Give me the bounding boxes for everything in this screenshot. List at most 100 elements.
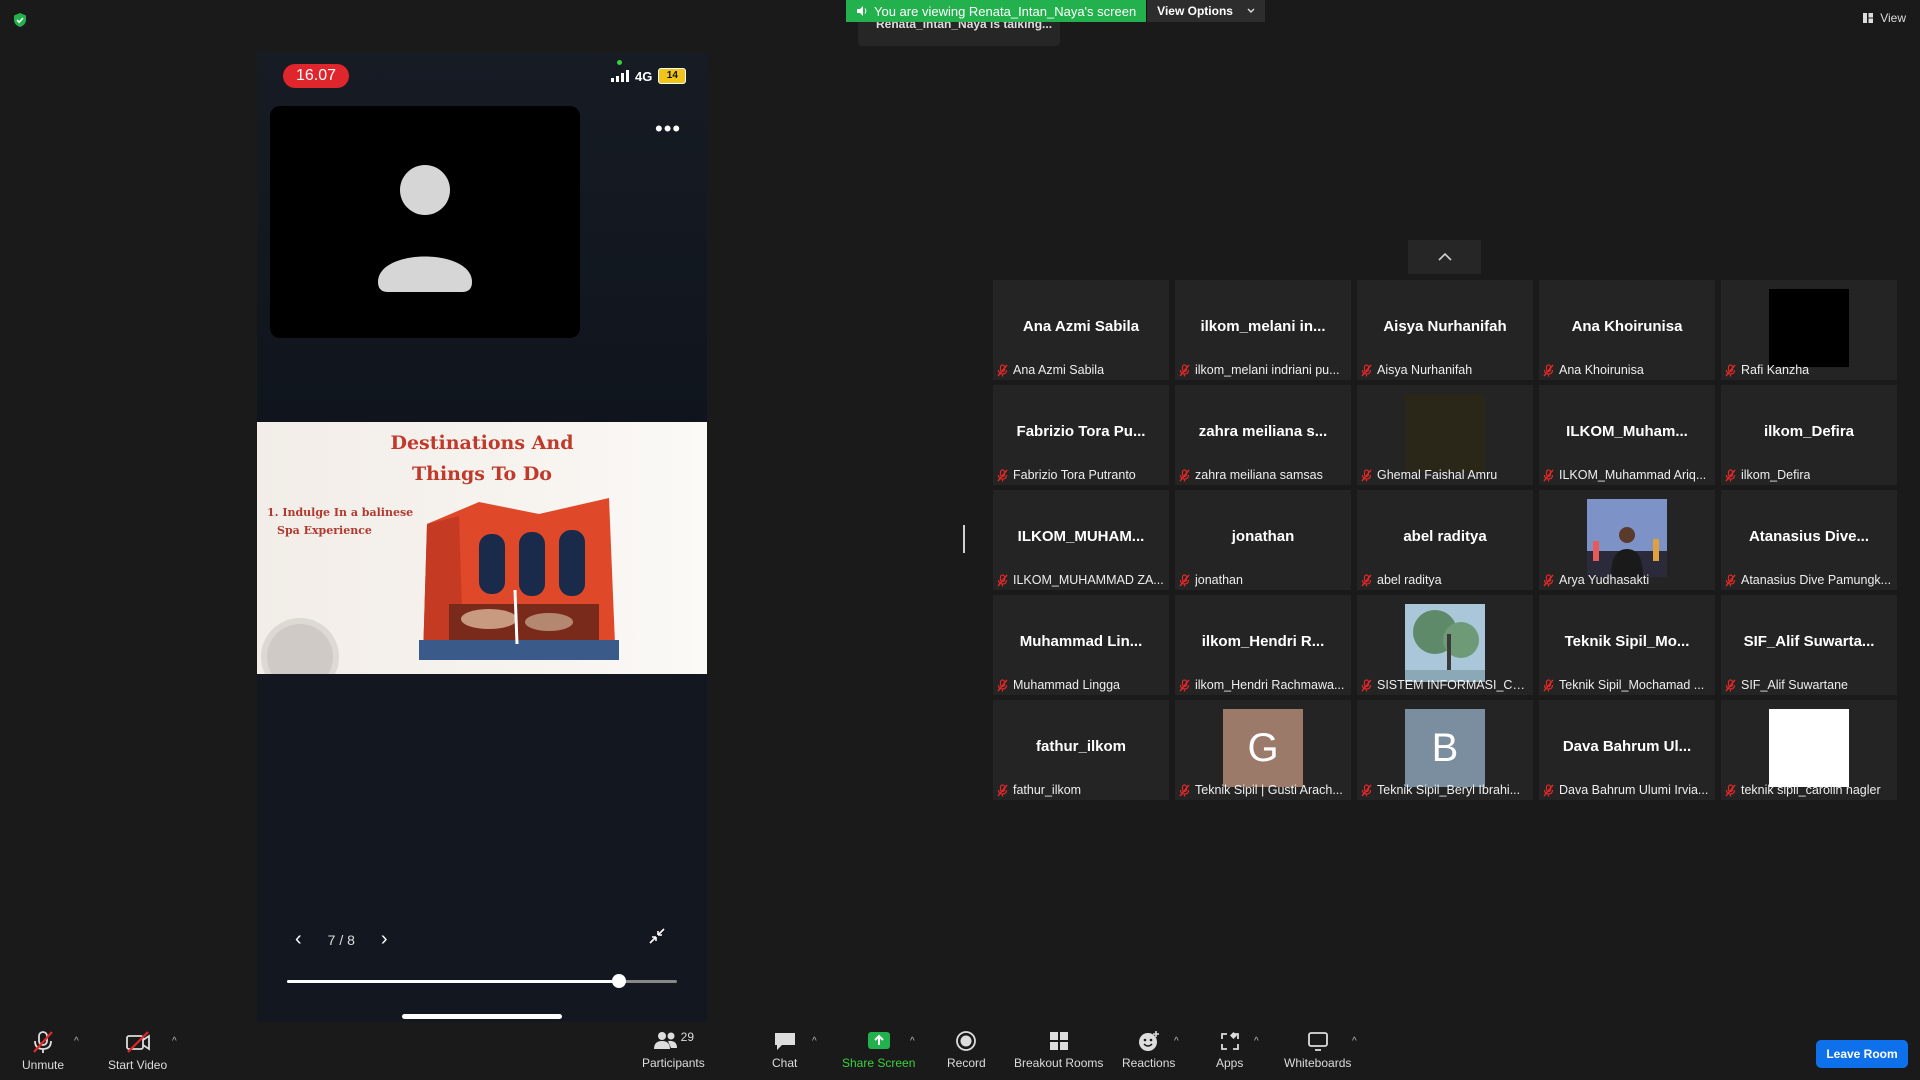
participant-name: Ghemal Faishal Amru [1377,468,1498,482]
participant-display-name: Dava Bahrum Ul... [1562,738,1692,755]
page-indicator: 7 / 8 [327,931,355,948]
breakout-rooms-button[interactable]: Breakout Rooms [1014,1030,1103,1070]
slide-image [419,498,619,660]
participant-tile[interactable]: B Teknik Sipil_Beryl Ibrahi... [1357,700,1533,800]
microphone-muted-icon [1725,783,1736,796]
participant-name: Aisya Nurhanifah [1377,363,1473,377]
home-indicator [402,1014,562,1019]
apps-button[interactable]: Apps [1216,1030,1243,1070]
slide-item-line-2: Spa Experience [277,524,372,537]
participant-tile[interactable]: Ghemal Faishal Amru [1357,385,1533,485]
audio-options-icon[interactable]: ^ [74,1036,79,1047]
participant-display-name: Aisya Nurhanifah [1383,318,1507,335]
more-options-icon[interactable]: ••• [655,116,681,142]
participant-name: ilkom_melani indriani pu... [1195,363,1340,377]
chat-options-icon[interactable]: ^ [812,1036,817,1047]
participant-display-name: Ana Azmi Sabila [1022,318,1140,335]
viewing-text: You are viewing Renata_Intan_Naya's scre… [874,3,1137,19]
share-screen-button[interactable]: Share Screen [842,1030,915,1070]
view-label: View [1880,11,1906,25]
participant-display-name: jonathan [1231,528,1295,545]
participant-tile[interactable]: G Teknik Sipil | Gusti Arach... [1175,700,1351,800]
participant-tile[interactable]: zahra meiliana s... zahra meiliana samsas [1175,385,1351,485]
record-button[interactable]: Record [947,1030,986,1070]
microphone-muted-icon [1179,678,1190,691]
reactions-options-icon[interactable]: ^ [1174,1036,1179,1047]
participant-tile[interactable]: jonathan jonathan [1175,490,1351,590]
apps-options-icon[interactable]: ^ [1254,1036,1259,1047]
participant-tile[interactable]: Fabrizio Tora Pu... Fabrizio Tora Putrant… [993,385,1169,485]
microphone-muted-icon [1725,468,1736,481]
participant-display-name: ilkom_Defira [1763,423,1855,440]
participant-tile[interactable]: Dava Bahrum Ul... Dava Bahrum Ulumi Irvia… [1539,700,1715,800]
participant-name-bar: Ana Khoirunisa [1543,363,1711,377]
previous-icon[interactable]: ‹ [295,928,302,951]
participant-tile[interactable]: teknik sipil_carolin nagler [1721,700,1897,800]
participant-tile[interactable]: Ana Azmi Sabila Ana Azmi Sabila [993,280,1169,380]
exit-fullscreen-icon[interactable] [647,926,667,946]
unmute-button[interactable]: Unmute [22,1030,64,1072]
video-options-icon[interactable]: ^ [172,1036,177,1047]
participant-display-name: Muhammad Lin... [1019,633,1143,650]
participant-tile[interactable]: ilkom_Defira ilkom_Defira [1721,385,1897,485]
next-icon[interactable]: › [381,928,388,951]
microphone-muted-icon [1179,363,1190,376]
view-options-button[interactable]: View Options [1146,0,1265,22]
participant-tile[interactable]: Muhammad Lin... Muhammad Lingga [993,595,1169,695]
participant-name-bar: Fabrizio Tora Putranto [997,468,1165,482]
microphone-muted-icon [1361,783,1372,796]
phone-time: 16.07 [283,64,349,88]
slide-pointer [267,624,333,674]
gallery-scroll-up-button[interactable] [1408,240,1481,274]
shield-icon[interactable] [12,12,28,28]
participant-tile[interactable]: ilkom_Hendri R... ilkom_Hendri Rachmawa..… [1175,595,1351,695]
view-button[interactable]: View [1862,11,1906,25]
participant-tile[interactable]: abel raditya abel raditya [1357,490,1533,590]
participant-tile[interactable]: Rafi Kanzha [1721,280,1897,380]
participant-name: SISTEM INFORMASI_CAS... [1377,678,1529,692]
panel-splitter[interactable] [963,525,965,553]
apps-label: Apps [1216,1056,1244,1070]
participant-tile[interactable]: ILKOM_Muham... ILKOM_Muhammad Ariq... [1539,385,1715,485]
participants-button[interactable]: 29 Participants [642,1030,705,1070]
whiteboards-button[interactable]: Whiteboards [1284,1030,1351,1070]
shared-screen: 16.07 4G 14 ••• Destinations And Things … [257,52,707,1024]
participant-name-bar: Ghemal Faishal Amru [1361,468,1529,482]
participant-tile[interactable]: Ana Khoirunisa Ana Khoirunisa [1539,280,1715,380]
participant-name: zahra meiliana samsas [1195,468,1323,482]
participant-name-bar: Teknik Sipil_Beryl Ibrahi... [1361,783,1529,797]
participant-tile[interactable]: SIF_Alif Suwarta... SIF_Alif Suwartane [1721,595,1897,695]
avatar: B [1405,709,1485,787]
mic-indicator [617,60,622,65]
chat-icon [774,1033,795,1050]
whiteboards-options-icon[interactable]: ^ [1352,1036,1357,1047]
profile-photo [1405,604,1485,682]
apps-icon [1220,1031,1239,1050]
participant-name-bar: Teknik Sipil | Gusti Arach... [1179,783,1347,797]
participant-tile[interactable]: Atanasius Dive... Atanasius Dive Pamungk.… [1721,490,1897,590]
participant-name-bar: Arya Yudhasakti [1543,573,1711,587]
participant-tile[interactable]: Teknik Sipil_Mo... Teknik Sipil_Mochamad … [1539,595,1715,695]
breakout-rooms-icon [1049,1032,1068,1050]
view-options-label: View Options [1157,4,1233,18]
participant-tile[interactable]: ilkom_melani in... ilkom_melani indriani … [1175,280,1351,380]
reactions-button[interactable]: Reactions [1122,1030,1175,1070]
participant-name: Arya Yudhasakti [1559,573,1650,587]
participant-tile[interactable]: Aisya Nurhanifah Aisya Nurhanifah [1357,280,1533,380]
participant-name-bar: Rafi Kanzha [1725,363,1893,377]
participant-display-name: ilkom_melani in... [1200,318,1326,335]
participant-tile[interactable]: ILKOM_MUHAM... ILKOM_MUHAMMAD ZA... [993,490,1169,590]
whiteboards-label: Whiteboards [1284,1056,1352,1070]
participant-name: Fabrizio Tora Putranto [1013,468,1136,482]
start-video-button[interactable]: Start Video [108,1030,167,1072]
participant-tile[interactable]: Arya Yudhasakti [1539,490,1715,590]
leave-room-button[interactable]: Leave Room [1816,1040,1908,1068]
participant-display-name: Ana Khoirunisa [1571,318,1683,335]
participant-tile[interactable]: SISTEM INFORMASI_CAS... [1357,595,1533,695]
participant-name-bar: zahra meiliana samsas [1179,468,1347,482]
participant-tile[interactable]: fathur_ilkom fathur_ilkom [993,700,1169,800]
chat-button[interactable]: Chat [772,1030,797,1070]
progress-handle[interactable] [611,974,626,988]
share-options-icon[interactable]: ^ [910,1036,915,1047]
microphone-muted-icon [33,1031,53,1053]
